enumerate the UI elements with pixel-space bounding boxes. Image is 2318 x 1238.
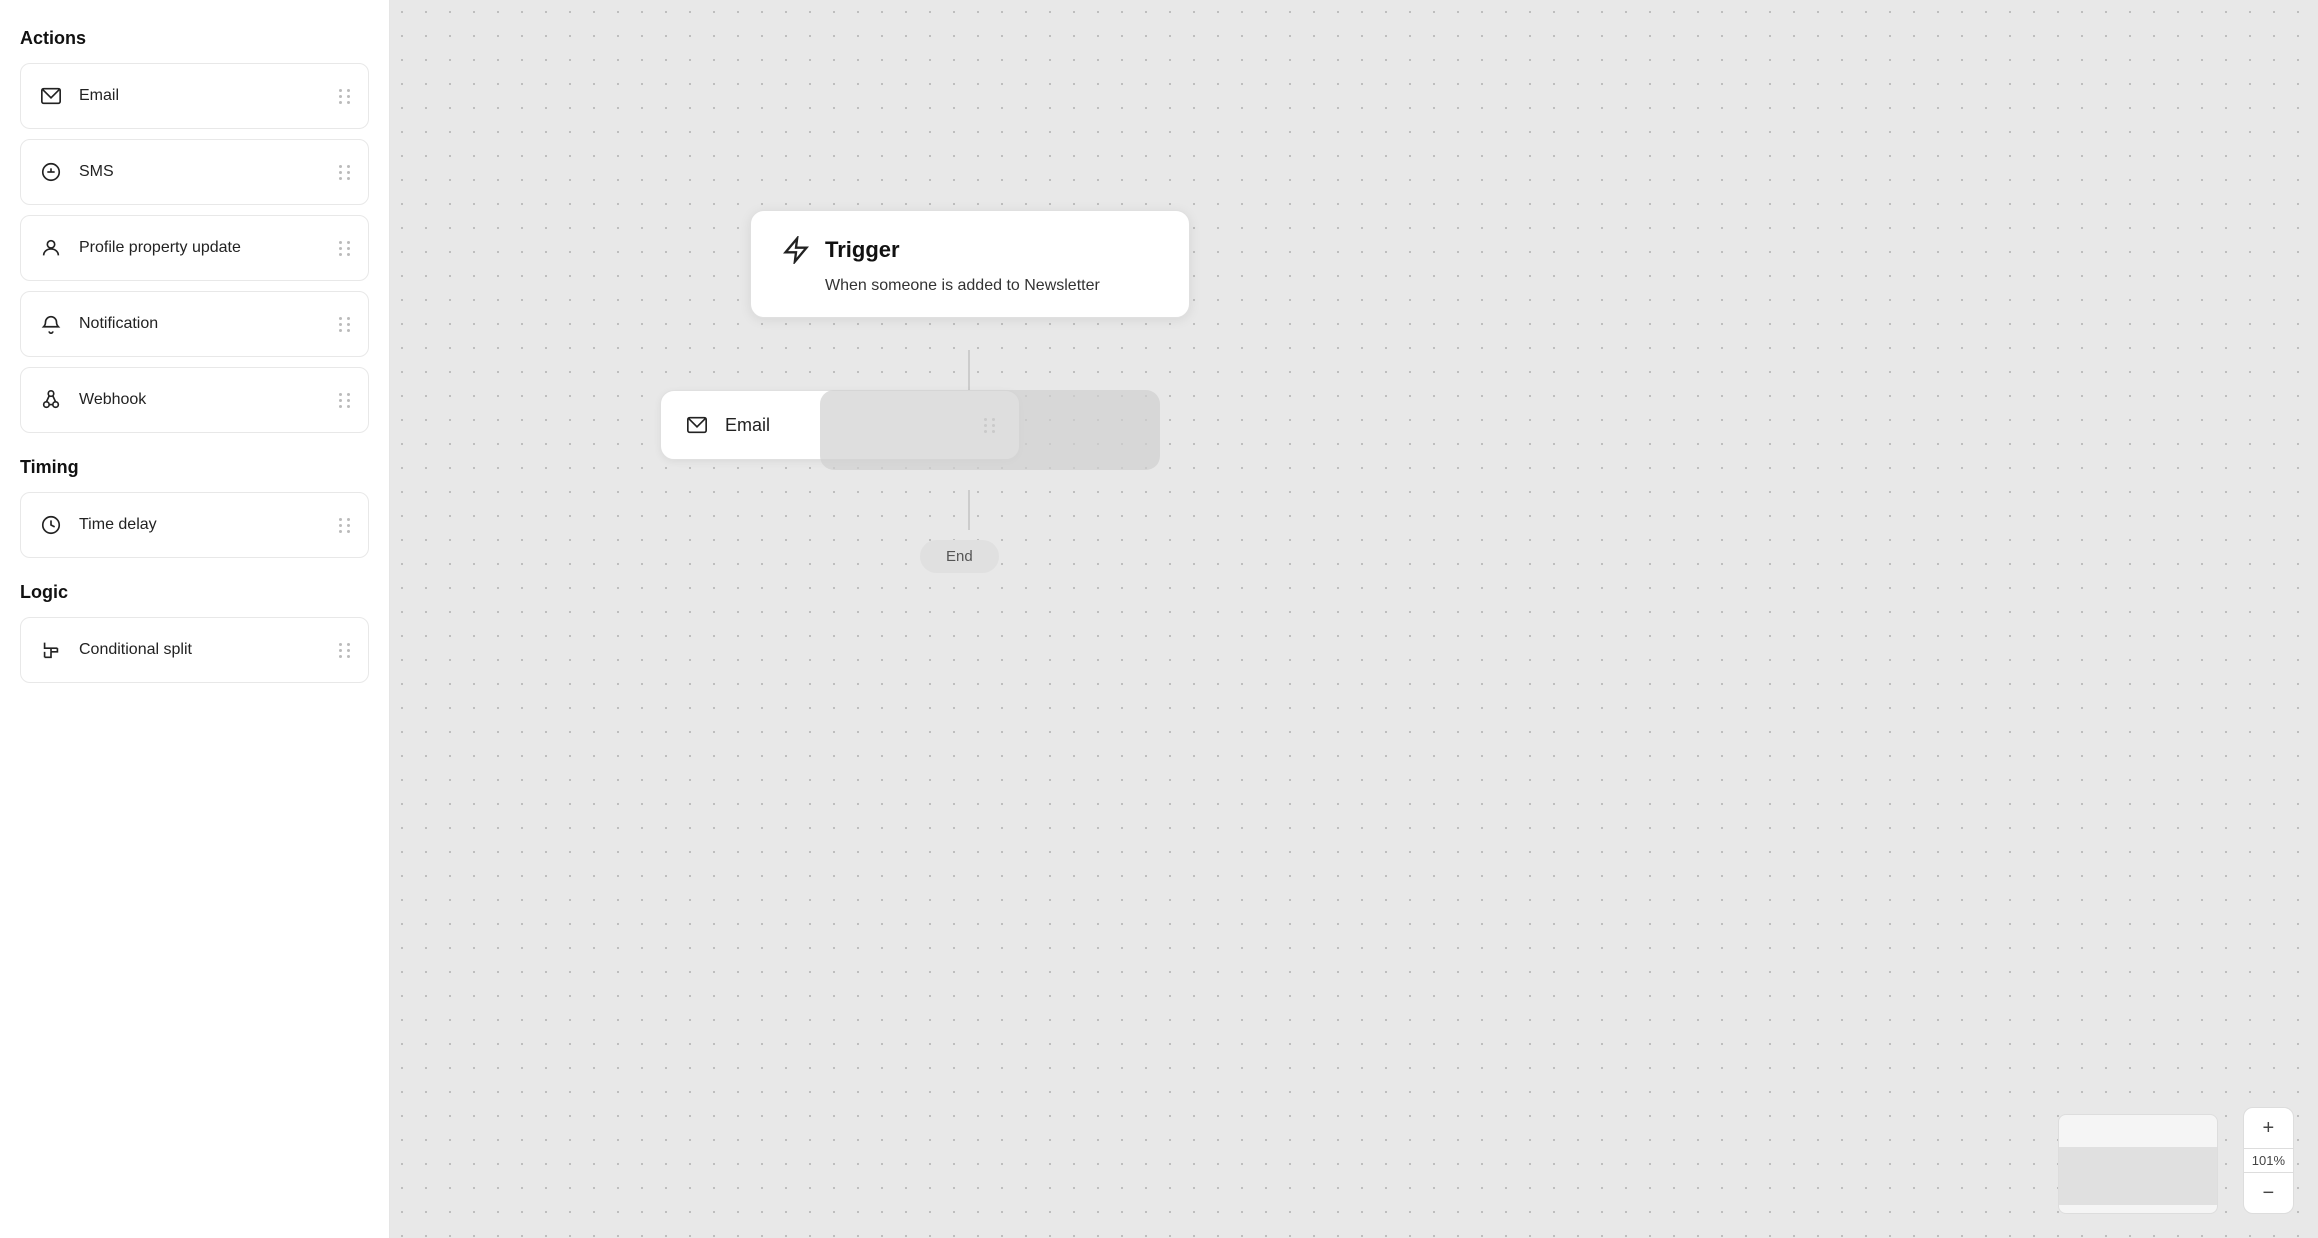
- item-left-conditional-split: Conditional split: [37, 636, 192, 664]
- zoom-in-button[interactable]: +: [2246, 1108, 2290, 1148]
- zoom-controls: + 101% −: [2243, 1107, 2294, 1214]
- clock-icon: [37, 511, 65, 539]
- sidebar: Actions Email: [0, 0, 390, 1238]
- sidebar-item-sms[interactable]: SMS: [20, 139, 369, 205]
- minimap: [2058, 1114, 2218, 1214]
- minimap-inner: [2059, 1147, 2217, 1206]
- item-left-webhook: Webhook: [37, 386, 146, 414]
- split-icon: [37, 636, 65, 664]
- canvas[interactable]: Trigger When someone is added to Newslet…: [390, 0, 2318, 1238]
- section-actions: Actions Email: [20, 28, 369, 433]
- profile-icon: [37, 234, 65, 262]
- trigger-description: When someone is added to Newsletter: [825, 277, 1161, 295]
- notification-icon: [37, 310, 65, 338]
- section-logic: Logic Conditional split: [20, 582, 369, 683]
- trigger-lightning-icon: [779, 233, 813, 267]
- sms-item-label: SMS: [79, 163, 114, 181]
- webhook-item-label: Webhook: [79, 391, 146, 409]
- sms-drag-handle[interactable]: [339, 165, 352, 180]
- item-left-time-delay: Time delay: [37, 511, 157, 539]
- profile-item-label: Profile property update: [79, 239, 241, 257]
- notification-drag-handle[interactable]: [339, 317, 352, 332]
- profile-drag-handle[interactable]: [339, 241, 352, 256]
- zoom-out-button[interactable]: −: [2246, 1173, 2290, 1213]
- item-left-sms: SMS: [37, 158, 114, 186]
- end-node: End: [920, 540, 999, 573]
- email-node-left: Email: [683, 411, 770, 439]
- trigger-node[interactable]: Trigger When someone is added to Newslet…: [750, 210, 1190, 318]
- notification-item-label: Notification: [79, 315, 158, 333]
- email-node-icon: [683, 411, 711, 439]
- item-left-notification: Notification: [37, 310, 158, 338]
- connector-mid: [968, 490, 970, 530]
- email-item-label: Email: [79, 87, 119, 105]
- webhook-icon: [37, 386, 65, 414]
- sidebar-item-profile-property-update[interactable]: Profile property update: [20, 215, 369, 281]
- conditional-split-label: Conditional split: [79, 641, 192, 659]
- section-title-timing: Timing: [20, 457, 369, 478]
- time-delay-drag-handle[interactable]: [339, 518, 352, 533]
- sidebar-item-time-delay[interactable]: Time delay: [20, 492, 369, 558]
- trigger-header: Trigger: [779, 233, 1161, 267]
- section-title-actions: Actions: [20, 28, 369, 49]
- email-node-label: Email: [725, 415, 770, 436]
- email-drag-handle[interactable]: [339, 89, 352, 104]
- item-left-email: Email: [37, 82, 119, 110]
- time-delay-label: Time delay: [79, 516, 157, 534]
- sidebar-item-conditional-split[interactable]: Conditional split: [20, 617, 369, 683]
- sidebar-item-email[interactable]: Email: [20, 63, 369, 129]
- section-timing: Timing Time delay: [20, 457, 369, 558]
- email-icon: [37, 82, 65, 110]
- zoom-level-display: 101%: [2244, 1149, 2293, 1172]
- sms-icon: [37, 158, 65, 186]
- connector-top: [968, 350, 970, 390]
- webhook-drag-handle[interactable]: [339, 393, 352, 408]
- ghost-placeholder-node: [820, 390, 1160, 470]
- trigger-title: Trigger: [825, 237, 900, 263]
- sidebar-item-notification[interactable]: Notification: [20, 291, 369, 357]
- item-left-profile: Profile property update: [37, 234, 241, 262]
- section-title-logic: Logic: [20, 582, 369, 603]
- conditional-split-drag-handle[interactable]: [339, 643, 352, 658]
- sidebar-item-webhook[interactable]: Webhook: [20, 367, 369, 433]
